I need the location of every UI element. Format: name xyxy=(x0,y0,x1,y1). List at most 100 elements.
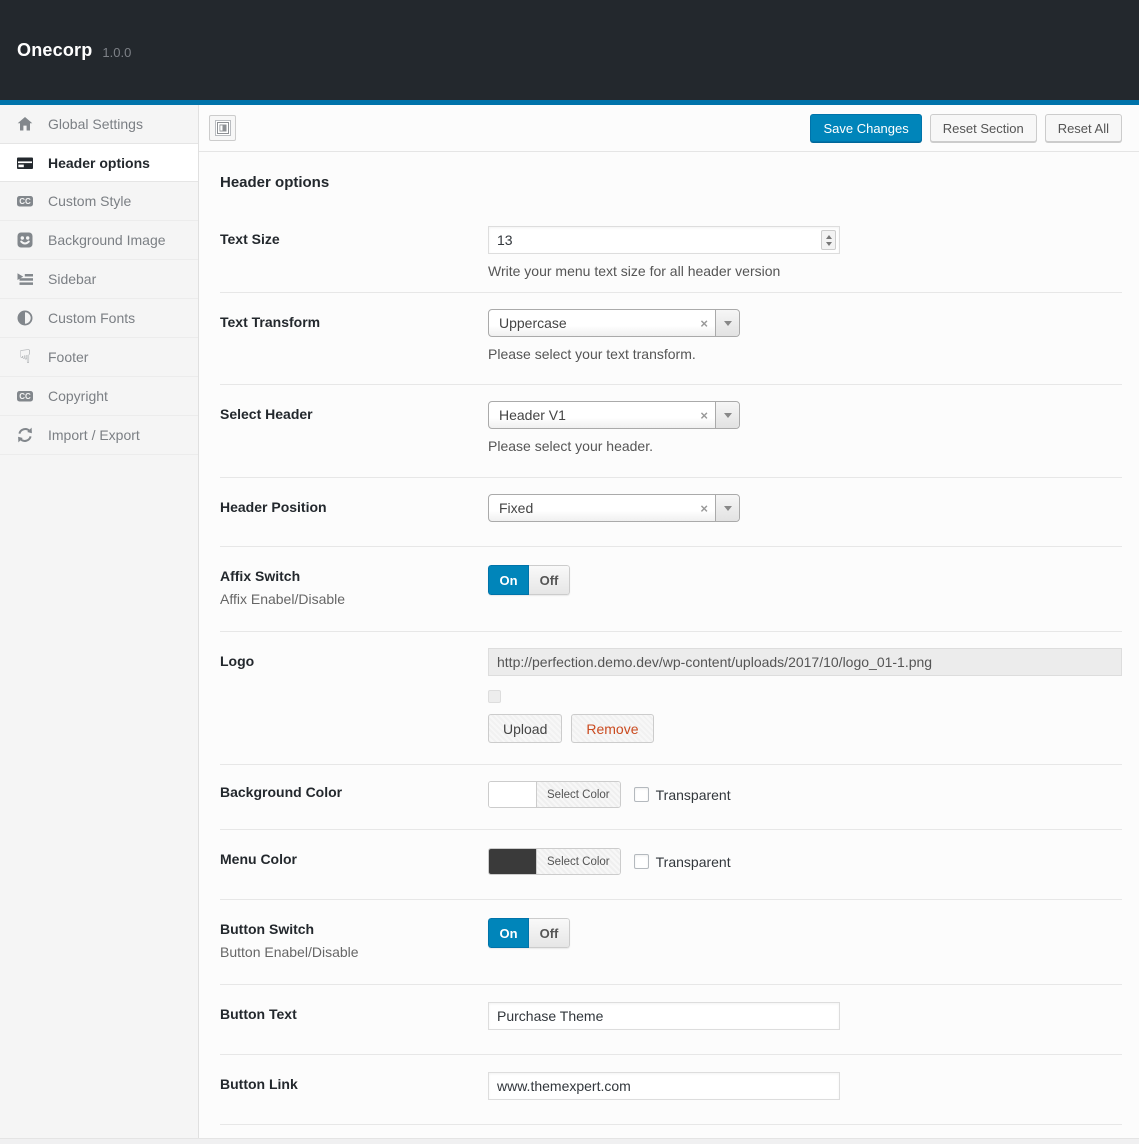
field-label: Text Transform xyxy=(220,314,488,330)
field-description: Please select your header. xyxy=(488,438,1122,454)
transparent-checkbox[interactable] xyxy=(634,787,649,802)
field-label: Affix Switch xyxy=(220,568,488,584)
button-text-input[interactable] xyxy=(488,1002,840,1030)
color-swatch xyxy=(489,782,537,807)
header-layout-icon xyxy=(15,153,35,173)
reset-section-button[interactable]: Reset Section xyxy=(930,114,1037,142)
chevron-down-icon[interactable] xyxy=(715,495,739,521)
transparent-label: Transparent xyxy=(656,787,731,803)
sidebar-item-label: Background Image xyxy=(48,232,166,248)
logo-url-input[interactable] xyxy=(488,648,1122,676)
field-label: Logo xyxy=(220,653,488,669)
field-label: Background Color xyxy=(220,784,488,800)
contrast-icon xyxy=(15,308,35,328)
button-switch-toggle: On Off xyxy=(488,918,570,948)
sidebar-item-label: Copyright xyxy=(48,388,108,404)
sidebar-item-header-options[interactable]: Header options xyxy=(0,143,198,182)
field-label: Button Text xyxy=(220,1006,488,1022)
menu-color-picker[interactable]: Select Color xyxy=(488,848,621,875)
reset-all-button[interactable]: Reset All xyxy=(1045,114,1122,142)
sidebar-item-copyright[interactable]: CC Copyright xyxy=(0,377,198,416)
field-row-menu-color: Menu Color Select Color Transparent xyxy=(220,830,1122,900)
sidebar-item-custom-fonts[interactable]: Custom Fonts xyxy=(0,299,198,338)
field-row-background-color: Background Color Select Color Transparen… xyxy=(220,765,1122,830)
sidebar-item-label: Header options xyxy=(48,155,150,171)
home-icon xyxy=(15,114,35,134)
bottom-strip xyxy=(0,1138,1139,1144)
remove-button[interactable]: Remove xyxy=(571,714,653,743)
field-label: Button Link xyxy=(220,1076,488,1092)
color-swatch xyxy=(489,849,537,874)
select-color-button[interactable]: Select Color xyxy=(537,782,620,807)
brand-title: Onecorp xyxy=(17,40,92,61)
thumb-down-icon: ☟ xyxy=(15,347,35,367)
clear-selection-icon[interactable]: × xyxy=(693,408,715,423)
sidebar-item-footer[interactable]: ☟ Footer xyxy=(0,338,198,377)
settings-sidebar: Global Settings Header options CC xyxy=(0,105,199,1138)
field-row-button-link: Button Link xyxy=(220,1055,1122,1125)
sidebar-item-label: Import / Export xyxy=(48,427,140,443)
app-header: Onecorp 1.0.0 xyxy=(0,0,1139,100)
selected-value: Header V1 xyxy=(489,407,693,423)
field-label: Button Switch xyxy=(220,921,488,937)
field-row-select-header: Select Header Header V1 × Please select … xyxy=(220,385,1122,478)
svg-text:CC: CC xyxy=(19,392,31,401)
chevron-down-icon[interactable] xyxy=(715,402,739,428)
sidebar-item-label: Global Settings xyxy=(48,116,143,132)
field-description: Please select your text transform. xyxy=(488,346,1122,362)
theme-options-window: Onecorp 1.0.0 Global Settings xyxy=(0,0,1139,1144)
toggle-off-button[interactable]: Off xyxy=(529,565,570,595)
text-size-input[interactable] xyxy=(488,226,840,254)
options-panel: Save Changes Reset Section Reset All Hea… xyxy=(199,105,1139,1138)
clear-selection-icon[interactable]: × xyxy=(693,501,715,516)
header-position-select[interactable]: Fixed × xyxy=(488,494,740,522)
select-header-select[interactable]: Header V1 × xyxy=(488,401,740,429)
svg-text:CC: CC xyxy=(19,197,31,206)
clear-selection-icon[interactable]: × xyxy=(693,316,715,331)
toggle-on-button[interactable]: On xyxy=(488,918,529,948)
transparent-label: Transparent xyxy=(656,854,731,870)
field-label: Menu Color xyxy=(220,851,488,867)
refresh-icon xyxy=(15,425,35,445)
page-title: Header options xyxy=(199,152,1139,210)
transparent-checkbox[interactable] xyxy=(634,854,649,869)
field-row-button-switch: Button Switch Button Enabel/Disable On O… xyxy=(220,900,1122,985)
text-transform-select[interactable]: Uppercase × xyxy=(488,309,740,337)
smiley-icon xyxy=(15,230,35,250)
selected-value: Uppercase xyxy=(489,315,693,331)
field-sublabel: Affix Enabel/Disable xyxy=(220,591,488,607)
number-spinner[interactable] xyxy=(821,230,836,250)
field-row-affix-switch: Affix Switch Affix Enabel/Disable On Off xyxy=(220,547,1122,632)
version-badge: 1.0.0 xyxy=(102,45,131,60)
options-toolbar: Save Changes Reset Section Reset All xyxy=(199,105,1139,152)
chevron-down-icon[interactable] xyxy=(715,310,739,336)
sidebar-item-background-image[interactable]: Background Image xyxy=(0,221,198,260)
window-layout-icon xyxy=(215,120,231,136)
field-row-button-text: Button Text xyxy=(220,985,1122,1055)
sidebar-item-sidebar[interactable]: Sidebar xyxy=(0,260,198,299)
selected-value: Fixed xyxy=(489,500,693,516)
field-label: Header Position xyxy=(220,499,488,515)
field-row-text-transform: Text Transform Uppercase × Please select… xyxy=(220,293,1122,385)
sidebar-item-custom-style[interactable]: CC Custom Style xyxy=(0,182,198,221)
field-row-logo: Logo Upload Remove xyxy=(220,632,1122,765)
toggle-on-button[interactable]: On xyxy=(488,565,529,595)
field-description: Write your menu text size for all header… xyxy=(488,263,1122,279)
button-link-input[interactable] xyxy=(488,1072,840,1100)
select-color-button[interactable]: Select Color xyxy=(537,849,620,874)
upload-button[interactable]: Upload xyxy=(488,714,562,743)
logo-preview-placeholder xyxy=(488,690,501,703)
field-label: Text Size xyxy=(220,231,488,247)
expand-options-button[interactable] xyxy=(209,115,236,141)
sidebar-item-label: Custom Fonts xyxy=(48,310,135,326)
cc-icon: CC xyxy=(15,386,35,406)
list-icon xyxy=(15,269,35,289)
save-changes-button[interactable]: Save Changes xyxy=(810,114,921,142)
cc-icon: CC xyxy=(15,191,35,211)
sidebar-item-label: Custom Style xyxy=(48,193,131,209)
toggle-off-button[interactable]: Off xyxy=(529,918,570,948)
sidebar-item-global-settings[interactable]: Global Settings xyxy=(0,105,198,144)
background-color-picker[interactable]: Select Color xyxy=(488,781,621,808)
affix-switch-toggle: On Off xyxy=(488,565,570,595)
sidebar-item-import-export[interactable]: Import / Export xyxy=(0,416,198,455)
